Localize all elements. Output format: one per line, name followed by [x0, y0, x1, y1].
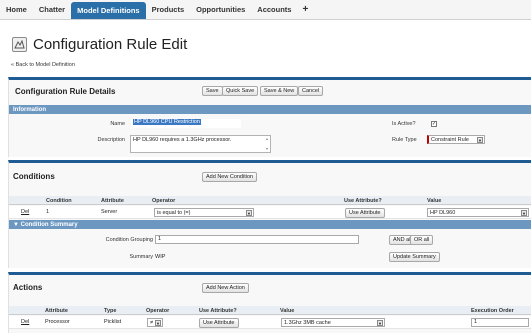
tab-bar: Home Chatter Model Definitions Products …: [0, 0, 531, 20]
col-attribute: Attribute: [101, 198, 124, 204]
textarea-scroll[interactable]: ▲ ▼: [265, 137, 269, 151]
condition-grouping-label: Condition Grouping: [105, 237, 153, 243]
col-action-value: Value: [280, 308, 295, 314]
rule-type-label: Rule Type: [392, 137, 417, 143]
rule-icon: [12, 37, 27, 52]
is-active-label: Is Active?: [392, 121, 416, 127]
rule-type-select[interactable]: Constraint Rule ▼: [427, 135, 485, 144]
information-section-header: Information: [9, 105, 531, 114]
chevron-down-icon: ▼: [377, 320, 383, 326]
chevron-down-icon: ▼: [521, 210, 527, 216]
rule-type-value: Constraint Rule: [431, 136, 469, 143]
col-value: Value: [427, 198, 442, 204]
condition-grouping-input[interactable]: 1: [155, 235, 359, 244]
execution-order-input[interactable]: 1: [471, 318, 529, 327]
condition-attribute: Server: [101, 209, 118, 215]
col-action-operator: Operator: [146, 308, 170, 314]
col-use-attribute: Use Attribute?: [344, 198, 382, 204]
condition-operator-select[interactable]: is equal to (=) ▼: [154, 208, 254, 217]
col-execution-order: Execution Order: [471, 308, 514, 314]
col-condition: Condition: [46, 198, 72, 204]
chevron-down-icon: ▼: [246, 210, 252, 216]
delete-action-link[interactable]: Del: [21, 319, 29, 325]
tab-accounts[interactable]: Accounts: [251, 0, 297, 19]
action-value-select[interactable]: 1.3Ghz 3MB cache ▼: [281, 318, 385, 327]
quick-save-button[interactable]: Quick Save: [222, 86, 259, 96]
name-input[interactable]: HP DL960 CPU Restriction: [131, 119, 241, 128]
page-title: Configuration Rule Edit: [33, 36, 188, 53]
action-operator-select[interactable]: ≠ ▼: [147, 318, 163, 327]
action-operator-value: ≠: [150, 319, 154, 326]
is-active-checkbox[interactable]: ✓: [431, 121, 437, 127]
tab-add[interactable]: +: [297, 0, 313, 19]
description-value: HP DL960 requires a 1.3GHz processor.: [133, 137, 232, 143]
col-action-type: Type: [104, 308, 117, 314]
add-new-action-button[interactable]: Add New Action: [202, 283, 249, 293]
delete-condition-link[interactable]: Del: [21, 209, 29, 215]
rule-details-title: Configuration Rule Details: [15, 87, 116, 96]
conditions-title: Conditions: [13, 172, 55, 181]
summary-value: WIP: [155, 254, 166, 260]
col-action-attribute: Attribute: [45, 308, 68, 314]
condition-value: HP DL960: [430, 209, 456, 216]
condition-number: 1: [46, 209, 50, 215]
summary-label: Summary: [129, 254, 153, 260]
actions-grid-header: Attribute Type Operator Use Attribute? V…: [9, 306, 531, 315]
condition-value-select[interactable]: HP DL960 ▼: [427, 208, 529, 217]
update-summary-button[interactable]: Update Summary: [389, 252, 440, 262]
tab-model-definitions[interactable]: Model Definitions: [71, 2, 146, 19]
name-value: HP DL960 CPU Restriction: [133, 119, 201, 125]
action-row: Del Processor Picklist ≠ ▼ Use Attribute…: [9, 316, 531, 329]
chevron-down-icon: ▼: [155, 320, 161, 326]
col-action-use-attribute: Use Attribute?: [199, 308, 237, 314]
actions-panel: Actions Add New Action Attribute Type Op…: [8, 272, 531, 333]
condition-summary-toggle[interactable]: ▼ Condition Summary: [9, 220, 531, 229]
tab-home[interactable]: Home: [0, 0, 33, 19]
conditions-grid-header: Condition Attribute Operator Use Attribu…: [9, 196, 531, 205]
actions-title: Actions: [13, 283, 43, 292]
save-button[interactable]: Save: [202, 86, 223, 96]
col-operator: Operator: [152, 198, 176, 204]
or-all-button[interactable]: OR all: [410, 235, 434, 245]
tab-opportunities[interactable]: Opportunities: [190, 0, 251, 19]
action-type: Picklist: [104, 319, 122, 325]
add-new-condition-button[interactable]: Add New Condition: [202, 172, 258, 182]
back-to-model-definition-link[interactable]: « Back to Model Definition: [11, 62, 75, 68]
page-header: Configuration Rule Edit: [12, 36, 187, 53]
save-and-new-button[interactable]: Save & New: [260, 86, 299, 96]
condition-row: Del 1 Server is equal to (=) ▼ Use Attri…: [9, 206, 531, 219]
description-label: Description: [97, 137, 125, 143]
name-label: Name: [110, 121, 125, 127]
action-value: 1.3Ghz 3MB cache: [284, 319, 331, 326]
rule-details-panel: Configuration Rule Details Save Quick Sa…: [8, 77, 531, 157]
tab-chatter[interactable]: Chatter: [33, 0, 71, 19]
action-attribute: Processor: [45, 319, 70, 325]
cancel-button[interactable]: Cancel: [298, 86, 324, 96]
condition-use-attribute-button[interactable]: Use Attribute: [345, 208, 385, 218]
description-textarea[interactable]: HP DL960 requires a 1.3GHz processor. ▲ ▼: [130, 135, 271, 153]
action-use-attribute-button[interactable]: Use Attribute: [199, 318, 239, 328]
tab-products[interactable]: Products: [146, 0, 191, 19]
conditions-panel: Conditions Add New Condition Condition A…: [8, 160, 531, 268]
condition-operator-value: is equal to (=): [157, 209, 191, 216]
chevron-down-icon: ▼: [477, 137, 483, 143]
